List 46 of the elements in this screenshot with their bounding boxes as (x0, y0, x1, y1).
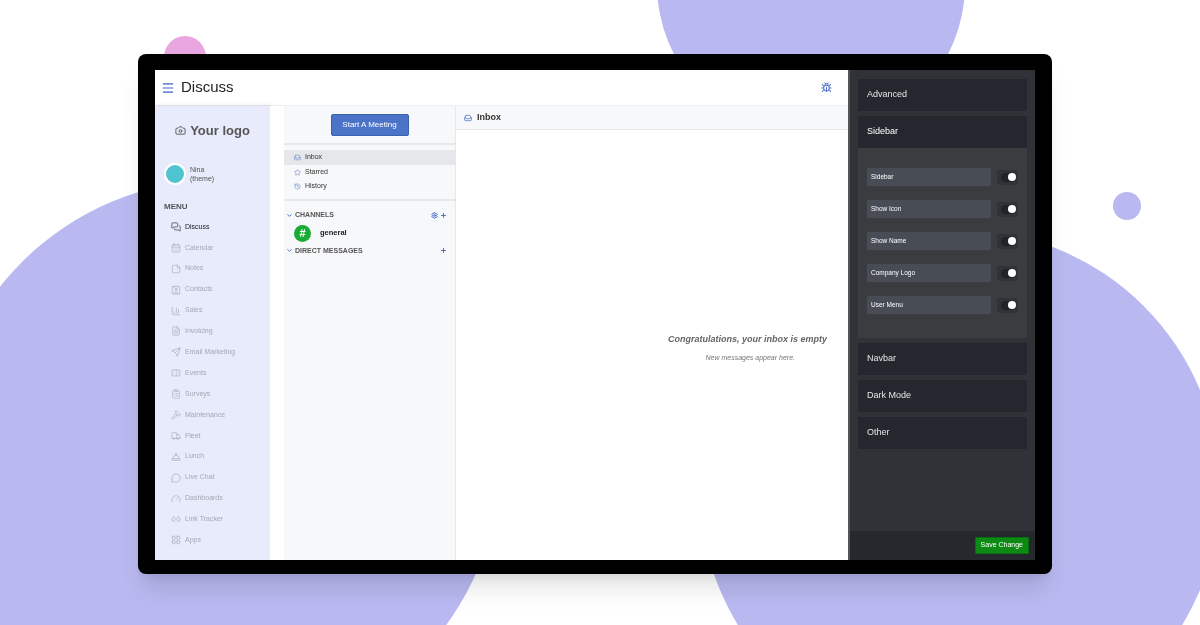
bar-chart-icon (171, 305, 181, 316)
truck-icon (171, 430, 181, 441)
camera-icon (175, 125, 187, 137)
paper-plane-icon (171, 347, 181, 358)
inbox-icon (294, 153, 301, 161)
note-icon (171, 263, 181, 274)
toggle-switch[interactable] (997, 297, 1018, 313)
clipboard-icon (171, 389, 181, 400)
toggle-switch[interactable] (997, 169, 1018, 185)
menu-icon[interactable] (161, 80, 175, 95)
document-icon (171, 326, 181, 337)
chevron-down-icon[interactable] (286, 211, 293, 219)
inbox-icon (464, 113, 472, 122)
bug-icon[interactable] (821, 82, 832, 93)
settings-icon[interactable] (431, 211, 438, 219)
add-icon[interactable] (440, 211, 447, 219)
section-header[interactable]: Advanced (858, 79, 1027, 111)
start-meeting-button[interactable]: Start A Meeting (330, 113, 409, 136)
link-icon (171, 514, 181, 525)
contact-card-icon (171, 284, 181, 295)
grid-icon (171, 535, 181, 546)
section-header[interactable]: Dark Mode (858, 380, 1027, 412)
page-title: Discuss (181, 77, 234, 98)
bell-icon (171, 451, 181, 462)
add-icon[interactable] (440, 247, 447, 255)
section-header[interactable]: Sidebar (858, 116, 1027, 148)
calendar-icon (171, 242, 181, 253)
logo-text: Your logo (190, 122, 250, 140)
toggle-switch[interactable] (997, 265, 1018, 281)
history-icon (294, 183, 301, 191)
menu-heading: MENU (164, 200, 189, 213)
chat-bubble-icon (171, 472, 181, 483)
ticket-icon (171, 368, 181, 379)
section-header[interactable]: Navbar (858, 343, 1027, 375)
chevron-down-icon[interactable] (286, 247, 293, 255)
content-title: Inbox (477, 110, 501, 124)
channel-avatar: # (294, 224, 311, 242)
star-icon (294, 168, 301, 176)
hammer-icon (171, 409, 181, 420)
toggle-switch[interactable] (997, 233, 1018, 249)
toggle-switch[interactable] (997, 201, 1018, 217)
gauge-icon (171, 493, 181, 504)
chat-bubbles-icon (171, 221, 181, 232)
section-header[interactable]: Other (858, 417, 1027, 449)
empty-title: Congratulations, your inbox is empty (667, 333, 827, 346)
avatar (164, 162, 186, 185)
